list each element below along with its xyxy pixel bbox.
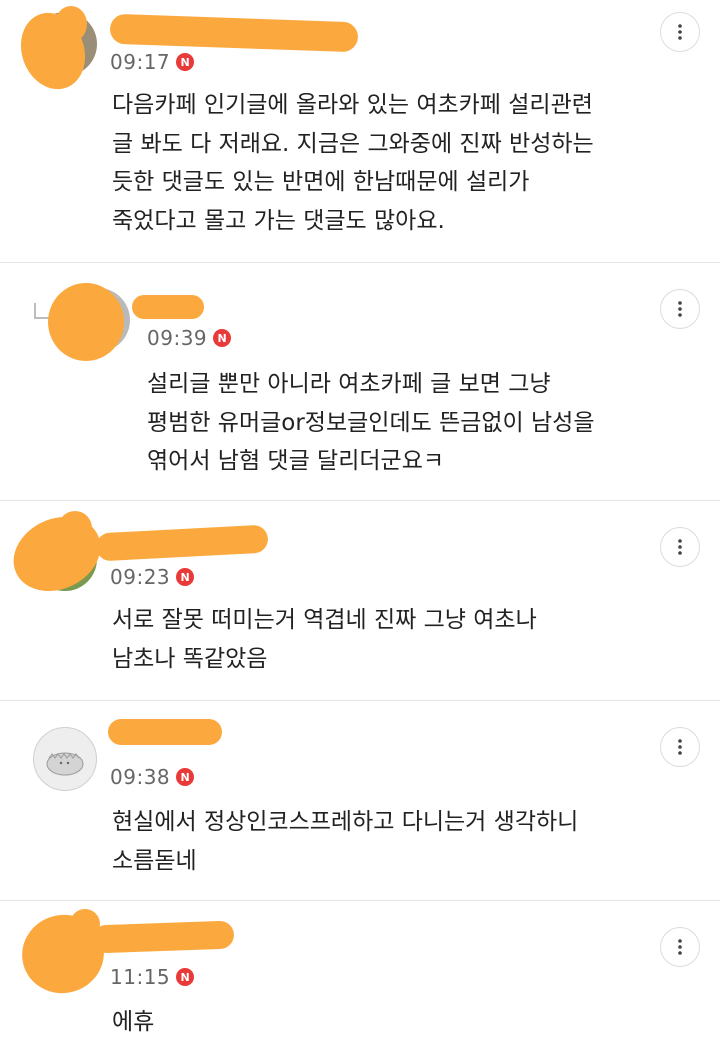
comment-text: 서로 잘못 떠미는거 역겹네 진짜 그냥 여초나 남초나 똑같았음 — [112, 607, 537, 672]
comment-time: 11:15 — [110, 965, 171, 989]
comment-5: 11:15 N 에휴 — [0, 901, 720, 1042]
comment-2-reply: 09:39 N 설리글 뿐만 아니라 여초카페 글 보면 그냥 평범한 유머글o… — [0, 263, 720, 500]
more-vertical-icon — [678, 24, 682, 40]
comment-time: 09:38 — [110, 765, 171, 789]
new-badge-icon: N — [213, 329, 232, 347]
comment-time: 09:17 — [110, 50, 171, 74]
comment-time: 09:39 — [147, 326, 208, 350]
comment-time: 09:23 — [110, 565, 171, 589]
comment-meta: 09:23 N — [110, 565, 195, 589]
redaction-mark — [48, 283, 124, 361]
new-badge-icon: N — [176, 568, 195, 586]
comment-text: 현실에서 정상인코스프레하고 다니는거 생각하니 소름돋네 — [112, 809, 579, 874]
more-vertical-icon — [678, 939, 682, 955]
redaction-mark — [55, 6, 87, 42]
author-name-redacted[interactable] — [91, 920, 235, 954]
author-name-redacted[interactable] — [108, 719, 222, 745]
comment-4: 09:38 N 현실에서 정상인코스프레하고 다니는거 생각하니 소름돋네 — [0, 701, 720, 900]
author-name-redacted[interactable] — [109, 13, 359, 53]
more-vertical-icon — [678, 301, 682, 317]
redaction-mark — [58, 511, 92, 545]
comment-meta: 09:39 N — [147, 326, 232, 350]
comment-text: 설리글 뿐만 아니라 여초카페 글 보면 그냥 평범한 유머글or정보글인데도 … — [147, 371, 595, 474]
comment-text: 다음카페 인기글에 올라와 있는 여초카페 설리관련 글 봐도 다 저래요. 지… — [112, 92, 594, 234]
comment-meta: 09:38 N — [110, 765, 195, 789]
redaction-mark — [1, 503, 113, 605]
new-badge-icon: N — [176, 53, 195, 71]
default-avatar-icon — [46, 752, 84, 776]
author-name-redacted[interactable] — [132, 295, 204, 319]
more-vertical-icon — [678, 539, 682, 555]
comment-3: 09:23 N 서로 잘못 떠미는거 역겹네 진짜 그냥 여초나 남초나 똑같았… — [0, 501, 720, 700]
more-options-button[interactable] — [660, 927, 700, 967]
new-badge-icon: N — [176, 768, 195, 786]
more-options-button[interactable] — [660, 527, 700, 567]
more-options-button[interactable] — [660, 727, 700, 767]
comment-meta: 09:17 N — [110, 50, 195, 74]
avatar[interactable] — [33, 727, 97, 791]
more-options-button[interactable] — [660, 12, 700, 52]
comment-1: 09:17 N 다음카페 인기글에 올라와 있는 여초카페 설리관련 글 봐도 … — [0, 0, 720, 262]
new-badge-icon: N — [176, 968, 195, 986]
more-vertical-icon — [678, 739, 682, 755]
more-options-button[interactable] — [660, 289, 700, 329]
author-name-redacted[interactable] — [95, 524, 269, 562]
comment-meta: 11:15 N — [110, 965, 195, 989]
comment-text: 에휴 — [112, 1009, 155, 1035]
